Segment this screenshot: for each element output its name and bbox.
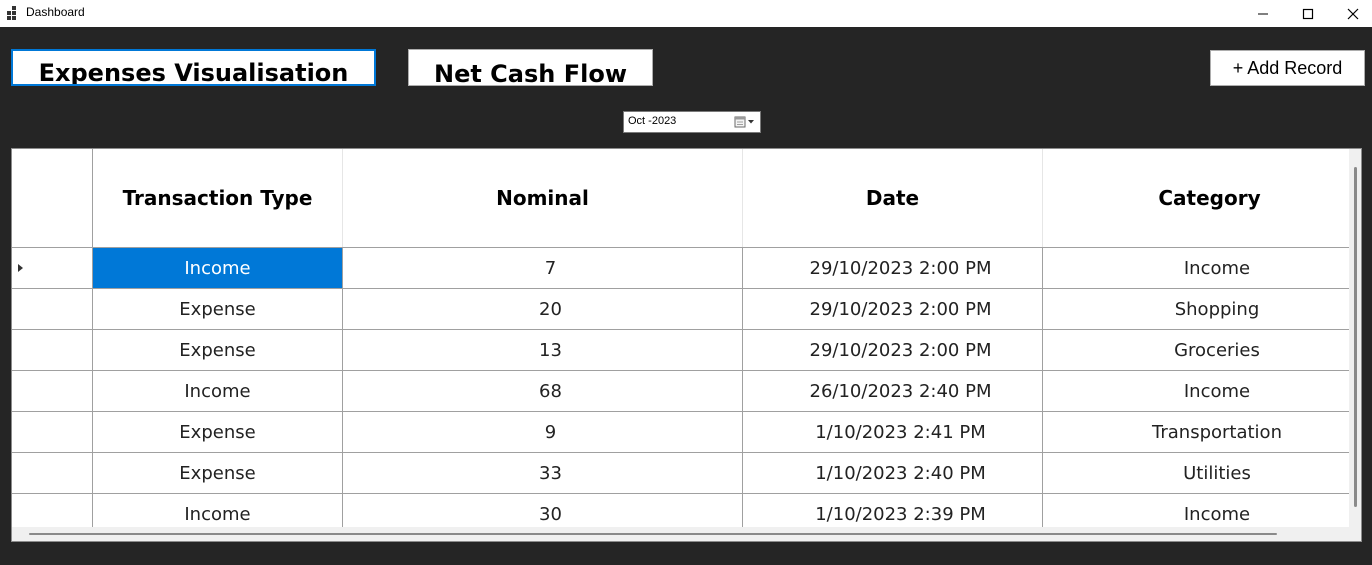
table-row[interactable]: Expense 9 1/10/2023 2:41 PM Transportati… [12, 412, 1349, 453]
records-grid[interactable]: Transaction Type Nominal Date Category I… [11, 148, 1362, 542]
row-header[interactable] [12, 289, 93, 329]
expenses-visualisation-label: Expenses Visualisation [38, 59, 349, 86]
horizontal-scrollbar[interactable] [12, 527, 1361, 541]
table-row[interactable]: Income 68 26/10/2023 2:40 PM Income [12, 371, 1349, 412]
table-row[interactable]: Expense 13 29/10/2023 2:00 PM Groceries [12, 330, 1349, 371]
cell-nominal[interactable]: 30 [343, 494, 743, 527]
cell-category[interactable]: Transportation [1043, 412, 1349, 452]
cell-transaction-type[interactable]: Income [93, 371, 343, 411]
row-header[interactable] [12, 453, 93, 493]
cell-transaction-type[interactable]: Expense [93, 412, 343, 452]
row-header[interactable] [12, 412, 93, 452]
column-header-date[interactable]: Date [743, 149, 1043, 247]
cell-transaction-type[interactable]: Expense [93, 289, 343, 329]
column-header-category[interactable]: Category [1043, 149, 1349, 247]
cell-date[interactable]: 29/10/2023 2:00 PM [743, 289, 1043, 329]
add-record-button[interactable]: + Add Record [1210, 50, 1365, 86]
table-row[interactable]: Income 7 29/10/2023 2:00 PM Income [12, 248, 1349, 289]
cell-date[interactable]: 1/10/2023 2:40 PM [743, 453, 1043, 493]
cell-transaction-type[interactable]: Income [93, 248, 343, 288]
cell-date[interactable]: 1/10/2023 2:41 PM [743, 412, 1043, 452]
cell-date[interactable]: 1/10/2023 2:39 PM [743, 494, 1043, 527]
net-cash-flow-button[interactable]: Net Cash Flow [408, 49, 653, 86]
table-row[interactable]: Expense 20 29/10/2023 2:00 PM Shopping [12, 289, 1349, 330]
horizontal-scroll-thumb[interactable] [29, 533, 1277, 535]
close-icon [1347, 8, 1359, 19]
close-button[interactable] [1330, 0, 1372, 27]
cell-transaction-type[interactable]: Expense [93, 453, 343, 493]
title-bar: Dashboard [0, 0, 1372, 27]
grid-rows: Income 7 29/10/2023 2:00 PM Income Expen… [12, 248, 1349, 527]
cell-transaction-type[interactable]: Income [93, 494, 343, 527]
minimize-button[interactable] [1240, 0, 1286, 27]
month-date-picker[interactable]: Oct -2023 [623, 111, 761, 133]
table-row[interactable]: Expense 33 1/10/2023 2:40 PM Utilities [12, 453, 1349, 494]
cell-date[interactable]: 29/10/2023 2:00 PM [743, 248, 1043, 288]
row-header[interactable] [12, 371, 93, 411]
cell-transaction-type[interactable]: Expense [93, 330, 343, 370]
row-header-corner[interactable] [12, 149, 93, 247]
row-header[interactable] [12, 248, 93, 288]
cell-category[interactable]: Utilities [1043, 453, 1349, 493]
minimize-icon [1258, 13, 1268, 14]
calendar-dropdown-icon[interactable] [734, 115, 758, 130]
cell-nominal[interactable]: 9 [343, 412, 743, 452]
cell-category[interactable]: Income [1043, 248, 1349, 288]
current-row-arrow-icon [18, 264, 23, 272]
cell-category[interactable]: Groceries [1043, 330, 1349, 370]
cell-category[interactable]: Shopping [1043, 289, 1349, 329]
maximize-icon [1302, 8, 1314, 19]
net-cash-flow-label: Net Cash Flow [433, 60, 627, 86]
maximize-button[interactable] [1285, 0, 1331, 27]
cell-date[interactable]: 29/10/2023 2:00 PM [743, 330, 1043, 370]
window-title: Dashboard [26, 5, 85, 19]
cell-category[interactable]: Income [1043, 371, 1349, 411]
cell-nominal[interactable]: 33 [343, 453, 743, 493]
column-header-nominal[interactable]: Nominal [343, 149, 743, 247]
cell-nominal[interactable]: 20 [343, 289, 743, 329]
row-header[interactable] [12, 330, 93, 370]
grid-header: Transaction Type Nominal Date Category [12, 149, 1349, 248]
expenses-visualisation-button[interactable]: Expenses Visualisation [11, 49, 376, 86]
cell-category[interactable]: Income [1043, 494, 1349, 527]
vertical-scrollbar[interactable] [1349, 149, 1361, 529]
app-grid-icon [7, 6, 16, 20]
date-picker-value: Oct -2023 [628, 115, 677, 127]
table-row[interactable]: Income 30 1/10/2023 2:39 PM Income [12, 494, 1349, 527]
cell-date[interactable]: 26/10/2023 2:40 PM [743, 371, 1043, 411]
cell-nominal[interactable]: 68 [343, 371, 743, 411]
column-header-transaction-type[interactable]: Transaction Type [93, 149, 343, 247]
cell-nominal[interactable]: 7 [343, 248, 743, 288]
cell-nominal[interactable]: 13 [343, 330, 743, 370]
row-header[interactable] [12, 494, 93, 527]
vertical-scroll-thumb[interactable] [1354, 167, 1357, 507]
